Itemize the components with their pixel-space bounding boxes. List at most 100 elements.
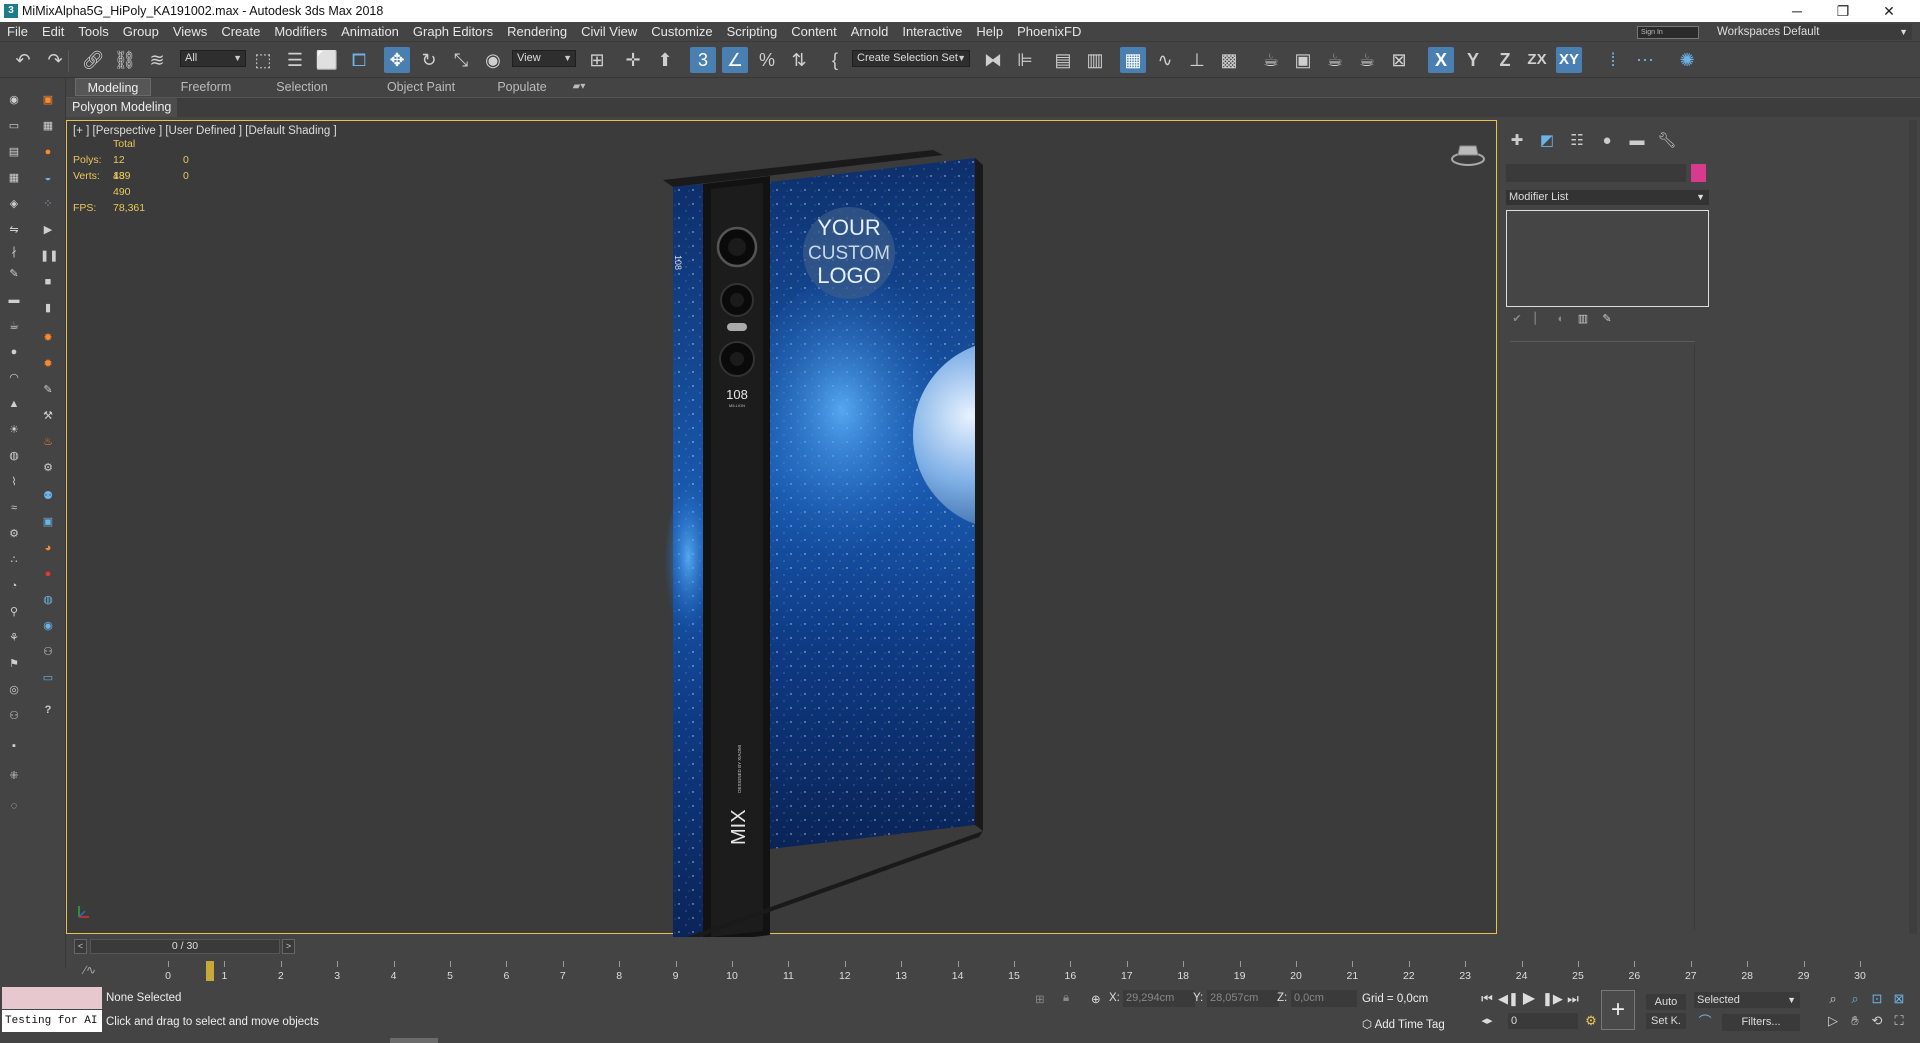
set-key-big-button[interactable]: + — [1601, 990, 1635, 1030]
time-cursor[interactable] — [206, 961, 214, 981]
axis-xy-constraint[interactable]: XY — [1556, 47, 1582, 73]
go-to-start-icon[interactable]: ⏮ — [1478, 990, 1496, 1008]
time-slider-prev-button[interactable]: < — [74, 939, 87, 954]
absolute-mode-icon[interactable]: ⊕ — [1091, 992, 1101, 1006]
tab-freeform[interactable]: Freeform — [168, 78, 244, 96]
menu-create[interactable]: Create — [214, 22, 267, 42]
tab-modeling[interactable]: Modeling — [75, 78, 151, 96]
shape-icon[interactable]: ◠ — [6, 370, 22, 386]
bone-icon[interactable]: ∤ — [6, 244, 22, 260]
layer-explorer-icon[interactable]: ▤ — [1050, 47, 1076, 73]
go-to-end-icon[interactable]: ⏭ — [1564, 990, 1582, 1008]
frame-ruler[interactable]: 0 1 2 3 4 5 6 7 8 9 10 11 12 13 14 15 16 17 18 19 20 21 22 23 24… — [122, 958, 1912, 984]
toggle-ribbon-icon[interactable]: ▥ — [1082, 47, 1108, 73]
panel-polygon-modeling[interactable]: Polygon Modeling — [66, 98, 178, 117]
previous-frame-icon[interactable]: ◀❚ — [1498, 990, 1519, 1008]
display-icon[interactable]: ▭ — [6, 118, 22, 134]
undo-icon[interactable]: ↶ — [10, 47, 36, 73]
modifier-stack[interactable] — [1506, 210, 1709, 307]
menu-views[interactable]: Views — [166, 22, 214, 42]
sort-alt-icon[interactable]: ⁜ — [6, 768, 22, 784]
rectangular-region-icon[interactable]: ⬜ — [314, 47, 340, 73]
mesh-icon[interactable]: ▪ — [6, 738, 22, 754]
spinner-snap-icon[interactable]: ⇅ — [786, 47, 812, 73]
sign-in-button[interactable]: Sign In — [1637, 26, 1699, 39]
menu-edit[interactable]: Edit — [35, 22, 71, 42]
helper-icon[interactable]: ⌇ — [6, 474, 22, 490]
tab-selection[interactable]: Selection — [264, 78, 340, 96]
align-icon[interactable]: ⊫ — [1012, 47, 1038, 73]
zoom-extents-all-icon[interactable]: ⊠ — [1890, 990, 1908, 1008]
select-by-name-icon[interactable]: ☰ — [282, 47, 308, 73]
spacewarp-icon[interactable]: ≈ — [6, 500, 22, 516]
key-filter-selected-dropdown[interactable]: Selected ▼ — [1694, 992, 1800, 1008]
globe-icon[interactable]: ◎ — [6, 682, 22, 698]
viewcube-icon[interactable] — [1450, 141, 1486, 167]
array-icon[interactable]: ⋯ — [1632, 47, 1658, 73]
command-panel-scrollbar[interactable] — [1909, 120, 1917, 934]
menu-customize[interactable]: Customize — [644, 22, 719, 42]
workspace-dropdown[interactable]: Default ▼ — [1780, 24, 1912, 40]
paint-icon[interactable]: ✎ — [6, 266, 22, 282]
object-name-field[interactable] — [1506, 164, 1686, 182]
pivot-center-icon[interactable]: ⊞ — [584, 47, 610, 73]
rendered-frame-icon[interactable]: ▣ — [1290, 47, 1316, 73]
menu-file[interactable]: File — [0, 22, 35, 42]
menu-interactive[interactable]: Interactive — [895, 22, 969, 42]
snaps-toggle-icon[interactable]: 3 — [690, 47, 716, 73]
minimize-button[interactable]: ─ — [1774, 0, 1820, 22]
menu-animation[interactable]: Animation — [334, 22, 406, 42]
curve-editor-icon[interactable]: ∿ — [1152, 47, 1178, 73]
mirror-icon[interactable]: ⧓ — [980, 47, 1006, 73]
container-icon[interactable]: ◈ — [6, 196, 22, 212]
time-slider-frame[interactable]: 0 / 30 — [90, 939, 280, 954]
tab-object-paint[interactable]: Object Paint — [366, 78, 476, 96]
menu-group[interactable]: Group — [116, 22, 166, 42]
next-frame-icon[interactable]: ❚▶ — [1542, 990, 1563, 1008]
mini-curve-editor-icon[interactable]: ∕∿ — [84, 963, 96, 977]
snap-grid-icon[interactable]: ⁞ — [1600, 47, 1626, 73]
render-in-cloud-icon[interactable]: ⊠ — [1386, 47, 1412, 73]
menu-arnold[interactable]: Arnold — [844, 22, 896, 42]
crowd-filter-icon[interactable]: ⚇ — [40, 644, 56, 660]
menu-modifiers[interactable]: Modifiers — [267, 22, 334, 42]
fire-filter-icon[interactable]: ✸ — [40, 330, 56, 346]
gear-filter-icon[interactable]: ⚙︎ — [40, 460, 56, 476]
render-setup-icon[interactable]: ☕︎ — [1258, 47, 1284, 73]
unlink-icon[interactable]: ⛓︎ — [112, 47, 138, 73]
isolate-icon[interactable]: ⊞ — [1035, 992, 1045, 1006]
scene-explorer-eye-icon[interactable]: ◉ — [6, 92, 22, 108]
spacing-tool-icon[interactable]: ✺ — [1674, 47, 1700, 73]
schematic-view-icon[interactable]: ⊥ — [1184, 47, 1210, 73]
window-crossing-icon[interactable]: ⧠ — [346, 47, 372, 73]
perspective-viewport[interactable]: [+ ] [Perspective ] [User Defined ] [Def… — [66, 120, 1497, 945]
globe-filter-icon[interactable]: ◍ — [40, 592, 56, 608]
select-and-move-icon[interactable]: ✥ — [384, 47, 410, 73]
bird-filter-icon[interactable]: ◉ — [40, 618, 56, 634]
lock-icon[interactable]: 🔒︎ — [1063, 992, 1069, 1005]
named-selection-dropdown[interactable]: Create Selection Set ▼ — [852, 50, 970, 67]
layers-icon[interactable]: ▦ — [6, 170, 22, 186]
add-time-tag-button[interactable]: ⬡ Add Time Tag — [1362, 1017, 1445, 1031]
make-unique-icon[interactable]: ◐ — [1554, 312, 1568, 326]
key-tangent-icon[interactable]: ⌒ — [1696, 1013, 1714, 1031]
cameras-filter-icon[interactable]: ⁘ — [40, 196, 56, 212]
question-icon[interactable]: ? — [40, 702, 56, 718]
menu-help[interactable]: Help — [969, 22, 1010, 42]
select-and-place-icon[interactable]: ◉ — [480, 47, 506, 73]
y-coordinate-field[interactable]: 28,057cm — [1207, 990, 1279, 1007]
show-end-result-icon[interactable]: ▏ — [1532, 312, 1546, 326]
x-coordinate-field[interactable]: 29,294cm — [1123, 990, 1195, 1007]
manipulate-icon[interactable]: ✛ — [620, 47, 646, 73]
key-mode-icon[interactable]: ◂▸ — [1478, 1012, 1496, 1030]
camera-icon[interactable]: ◍ — [6, 448, 22, 464]
note-filter-icon[interactable]: ✎ — [40, 382, 56, 398]
play-filter-icon[interactable]: ▶ — [40, 222, 56, 238]
record-filter-icon[interactable]: ● — [40, 566, 56, 582]
axis-zx-constraint[interactable]: ZX — [1524, 47, 1550, 73]
list-icon[interactable]: ▤ — [6, 144, 22, 160]
cloth-icon[interactable]: ⚲ — [6, 604, 22, 620]
box-filter-icon[interactable]: ▣ — [40, 514, 56, 530]
horizontal-scrollbar-thumb[interactable] — [390, 1038, 438, 1043]
tab-populate[interactable]: Populate — [484, 78, 560, 96]
